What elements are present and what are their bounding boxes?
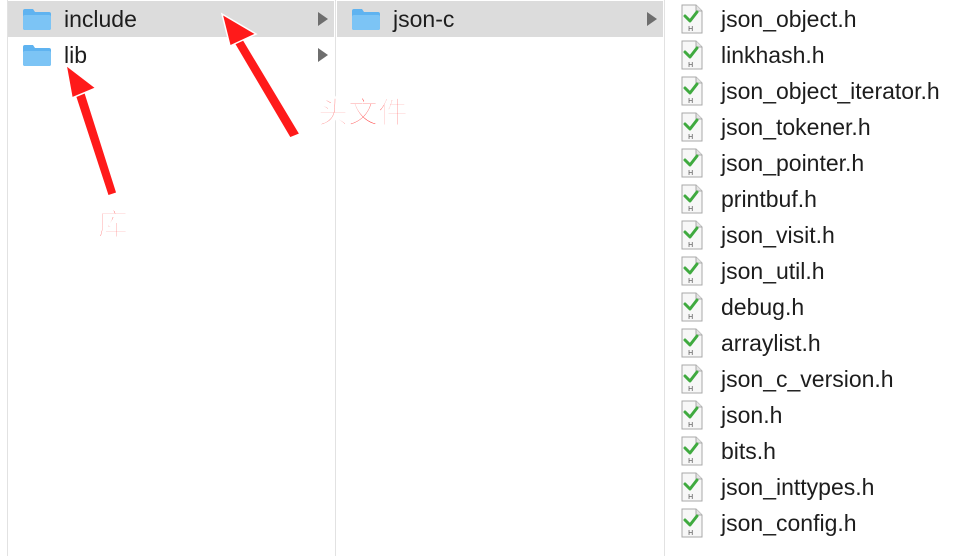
file-name: json_util.h xyxy=(721,257,825,284)
header-file-icon: H xyxy=(681,220,703,250)
file-name: json_pointer.h xyxy=(721,149,865,176)
svg-text:H: H xyxy=(688,421,693,429)
file-name: json_visit.h xyxy=(721,221,835,248)
header-file-icon: H xyxy=(681,436,703,466)
folder-icon xyxy=(352,9,380,30)
svg-text:H: H xyxy=(688,97,693,105)
svg-text:H: H xyxy=(688,133,693,141)
svg-text:H: H xyxy=(688,169,693,177)
column-divider[interactable] xyxy=(664,0,665,556)
header-file-icon: H xyxy=(681,112,703,142)
folder-name: include xyxy=(64,6,137,32)
header-file-icon: H xyxy=(681,76,703,106)
chevron-right-icon xyxy=(318,48,328,62)
file-row[interactable]: Hjson_object_iterator.h xyxy=(666,73,980,109)
file-name: printbuf.h xyxy=(721,185,817,212)
file-name: linkhash.h xyxy=(721,41,825,68)
file-name: json_config.h xyxy=(721,509,857,536)
svg-text:H: H xyxy=(688,385,693,393)
file-name: json_tokener.h xyxy=(721,113,871,140)
file-row[interactable]: Hjson_c_version.h xyxy=(666,361,980,397)
file-name: arraylist.h xyxy=(721,329,821,356)
header-file-icon: H xyxy=(681,292,703,322)
header-file-icon: H xyxy=(681,184,703,214)
column-divider[interactable] xyxy=(335,0,336,556)
folder-icon xyxy=(23,45,51,66)
header-file-icon: H xyxy=(681,4,703,34)
svg-text:H: H xyxy=(688,61,693,69)
svg-text:H: H xyxy=(688,457,693,465)
header-file-icon: H xyxy=(681,328,703,358)
folder-name: lib xyxy=(64,42,88,68)
file-row[interactable]: Hjson_tokener.h xyxy=(666,109,980,145)
file-row[interactable]: Hjson_visit.h xyxy=(666,217,980,253)
file-row[interactable]: Hjson.h xyxy=(666,397,980,433)
file-row[interactable]: Hjson_pointer.h xyxy=(666,145,980,181)
browser-column-1: include lib xyxy=(8,0,334,556)
file-row[interactable]: Hlinkhash.h xyxy=(666,37,980,73)
annotation-lib-label: 库 xyxy=(98,208,129,244)
header-file-icon: H xyxy=(681,508,703,538)
file-row[interactable]: Hdebug.h xyxy=(666,289,980,325)
annotation-header-label: 头文件 xyxy=(318,96,409,132)
folder-row-include[interactable]: include xyxy=(8,1,334,37)
folder-row-json-c[interactable]: json-c xyxy=(337,1,663,37)
browser-column-2: json-c xyxy=(337,0,663,556)
file-name: bits.h xyxy=(721,437,776,464)
file-name: json.h xyxy=(721,401,783,428)
browser-column-3: Hjson_object.h Hlinkhash.h Hjson_object_it… xyxy=(666,0,980,556)
folder-name: json-c xyxy=(393,6,455,32)
file-row[interactable]: Hprintbuf.h xyxy=(666,181,980,217)
file-row[interactable]: Hbits.h xyxy=(666,433,980,469)
header-file-icon: H xyxy=(681,472,703,502)
file-name: debug.h xyxy=(721,293,805,320)
file-name: json_c_version.h xyxy=(721,365,894,392)
file-name: json_inttypes.h xyxy=(721,473,875,500)
svg-text:H: H xyxy=(688,313,693,321)
svg-text:H: H xyxy=(688,277,693,285)
header-file-icon: H xyxy=(681,256,703,286)
folder-icon xyxy=(23,9,51,30)
svg-text:H: H xyxy=(688,205,693,213)
chevron-right-icon xyxy=(647,12,657,26)
header-file-icon: H xyxy=(681,400,703,430)
file-row[interactable]: Hjson_util.h xyxy=(666,253,980,289)
file-name: json_object.h xyxy=(721,5,857,32)
file-name: json_object_iterator.h xyxy=(721,77,940,104)
chevron-right-icon xyxy=(318,12,328,26)
file-row[interactable]: Hjson_object.h xyxy=(666,1,980,37)
header-file-icon: H xyxy=(681,40,703,70)
svg-text:H: H xyxy=(688,493,693,501)
folder-row-lib[interactable]: lib xyxy=(8,37,334,73)
svg-text:H: H xyxy=(688,529,693,537)
file-row[interactable]: Hjson_inttypes.h xyxy=(666,469,980,505)
file-row[interactable]: Harraylist.h xyxy=(666,325,980,361)
svg-text:H: H xyxy=(688,241,693,249)
header-file-icon: H xyxy=(681,148,703,178)
svg-text:H: H xyxy=(688,349,693,357)
svg-text:H: H xyxy=(688,25,693,33)
header-file-icon: H xyxy=(681,364,703,394)
file-row[interactable]: Hjson_config.h xyxy=(666,505,980,541)
